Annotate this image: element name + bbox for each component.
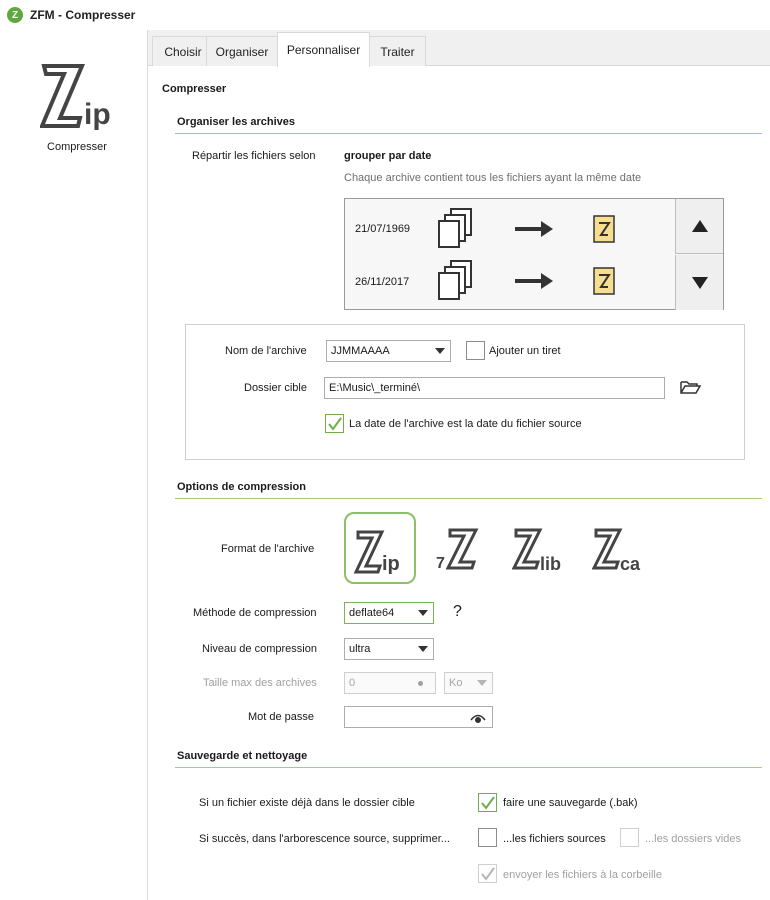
move-down-button[interactable] [675, 255, 723, 310]
preview-box: 21/07/1969 26/11/2017 [344, 198, 724, 310]
tab-organiser[interactable]: Organiser [206, 36, 278, 66]
zip-logo-icon: ip [40, 64, 111, 130]
folder-open-icon[interactable] [680, 379, 702, 395]
preview-date: 21/07/1969 [355, 223, 411, 235]
password-input[interactable] [344, 706, 493, 728]
distribute-mode: grouper par date [344, 150, 432, 162]
svg-text:7: 7 [436, 555, 445, 572]
level-label: Niveau de compression [202, 643, 317, 655]
date-source-checkbox[interactable] [325, 414, 344, 433]
target-folder-input[interactable]: E:\Music\_terminé\ [324, 377, 665, 399]
delete-empty-dirs-label: ...les dossiers vides [645, 833, 741, 845]
section-title-organize: Organiser les archives [177, 116, 296, 128]
date-source-label: La date de l'archive est la date du fich… [349, 418, 582, 430]
add-dash-checkbox[interactable] [466, 341, 485, 360]
eye-icon[interactable] [470, 712, 486, 724]
tab-label: Choisir [164, 44, 202, 59]
section-divider [175, 767, 762, 768]
method-select[interactable]: deflate64 [344, 602, 434, 624]
svg-text:ca: ca [620, 554, 641, 574]
delete-sources-checkbox[interactable] [478, 828, 497, 847]
section-divider [175, 498, 762, 499]
tab-bar: Choisir Organiser Personnaliser Traiter [148, 30, 770, 67]
make-backup-label: faire une sauvegarde (.bak) [503, 797, 638, 809]
chevron-down-icon [418, 646, 428, 652]
recycle-checkbox[interactable] [478, 864, 497, 883]
format-zca-option[interactable]: ca [591, 518, 648, 578]
format-7z-option[interactable]: 7 [432, 518, 488, 578]
max-size-value: 0 [349, 677, 356, 689]
max-size-unit-select[interactable]: Ko [444, 672, 493, 694]
level-select[interactable]: ultra [344, 638, 434, 660]
section-divider [175, 133, 762, 134]
files-icon [438, 260, 472, 300]
max-size-unit-value: Ko [449, 677, 463, 689]
delete-sources-label: ...les fichiers sources [503, 833, 606, 845]
svg-text:ip: ip [382, 553, 400, 575]
archive-icon [593, 267, 615, 295]
exists-label: Si un fichier existe déjà dans le dossie… [199, 797, 415, 809]
arrow-right-icon [515, 221, 553, 237]
zlib-format-icon: lib [511, 528, 561, 574]
sidebar: ip Compresser [0, 30, 148, 900]
add-dash-label: Ajouter un tiret [489, 345, 561, 357]
arrow-right-icon [515, 273, 553, 289]
title-bar: Z ZFM - Compresser [0, 0, 770, 30]
tab-choisir[interactable]: Choisir [152, 36, 214, 66]
page-title: Compresser [162, 83, 227, 95]
svg-text:lib: lib [540, 554, 561, 574]
zip-format-icon: ip [353, 530, 400, 575]
format-zip-option[interactable]: ip [344, 512, 416, 584]
method-label: Méthode de compression [193, 607, 317, 619]
check-icon [328, 417, 342, 431]
max-size-input[interactable]: 0 [344, 672, 436, 694]
distribute-hint: Chaque archive contient tous les fichier… [344, 172, 642, 184]
tab-personnaliser[interactable]: Personnaliser [277, 32, 370, 67]
spinner-icon [418, 681, 423, 686]
triangle-up-icon [691, 220, 708, 232]
triangle-down-icon [691, 276, 708, 289]
section-title-backup: Sauvegarde et nettoyage [177, 750, 308, 762]
move-up-button[interactable] [675, 199, 723, 254]
method-value: deflate64 [349, 607, 395, 619]
files-icon [438, 208, 472, 248]
tab-traiter[interactable]: Traiter [369, 36, 426, 66]
distribute-label: Répartir les fichiers selon [192, 150, 316, 162]
make-backup-checkbox[interactable] [478, 793, 497, 812]
level-value: ultra [349, 643, 371, 655]
svg-text:ip: ip [84, 98, 111, 130]
archive-name-label: Nom de l'archive [225, 345, 307, 357]
chevron-down-icon [435, 348, 445, 354]
archive-name-select[interactable]: JJMMAAAA [326, 340, 451, 362]
content-panel: Compresser Organiser les archives Répart… [149, 66, 770, 900]
format-label: Format de l'archive [221, 543, 315, 555]
7z-format-icon: 7 [436, 528, 479, 572]
help-icon[interactable]: ? [453, 603, 462, 621]
tab-label: Organiser [215, 44, 269, 59]
target-folder-value: E:\Music\_terminé\ [329, 382, 421, 394]
sidebar-label: Compresser [47, 141, 107, 153]
password-label: Mot de passe [248, 711, 315, 723]
section-title-compression: Options de compression [177, 481, 306, 493]
recycle-label: envoyer les fichiers à la corbeille [503, 869, 662, 881]
max-size-label: Taille max des archives [203, 677, 317, 689]
window-title: ZFM - Compresser [30, 8, 136, 22]
tab-label: Personnaliser [286, 43, 361, 57]
tab-label: Traiter [380, 44, 415, 59]
delete-empty-dirs-checkbox[interactable] [620, 828, 639, 847]
archive-icon [593, 215, 615, 243]
format-zlib-option[interactable]: lib [511, 518, 568, 578]
success-label: Si succès, dans l'arborescence source, s… [199, 833, 450, 845]
chevron-down-icon [477, 680, 487, 686]
zca-format-icon: ca [591, 528, 641, 574]
preview-date: 26/11/2017 [355, 276, 410, 288]
target-folder-label: Dossier cible [244, 382, 307, 394]
app-icon: Z [7, 7, 23, 23]
check-icon [481, 796, 495, 810]
archive-name-value: JJMMAAAA [331, 345, 390, 357]
chevron-down-icon [418, 610, 428, 616]
check-icon [481, 867, 495, 881]
